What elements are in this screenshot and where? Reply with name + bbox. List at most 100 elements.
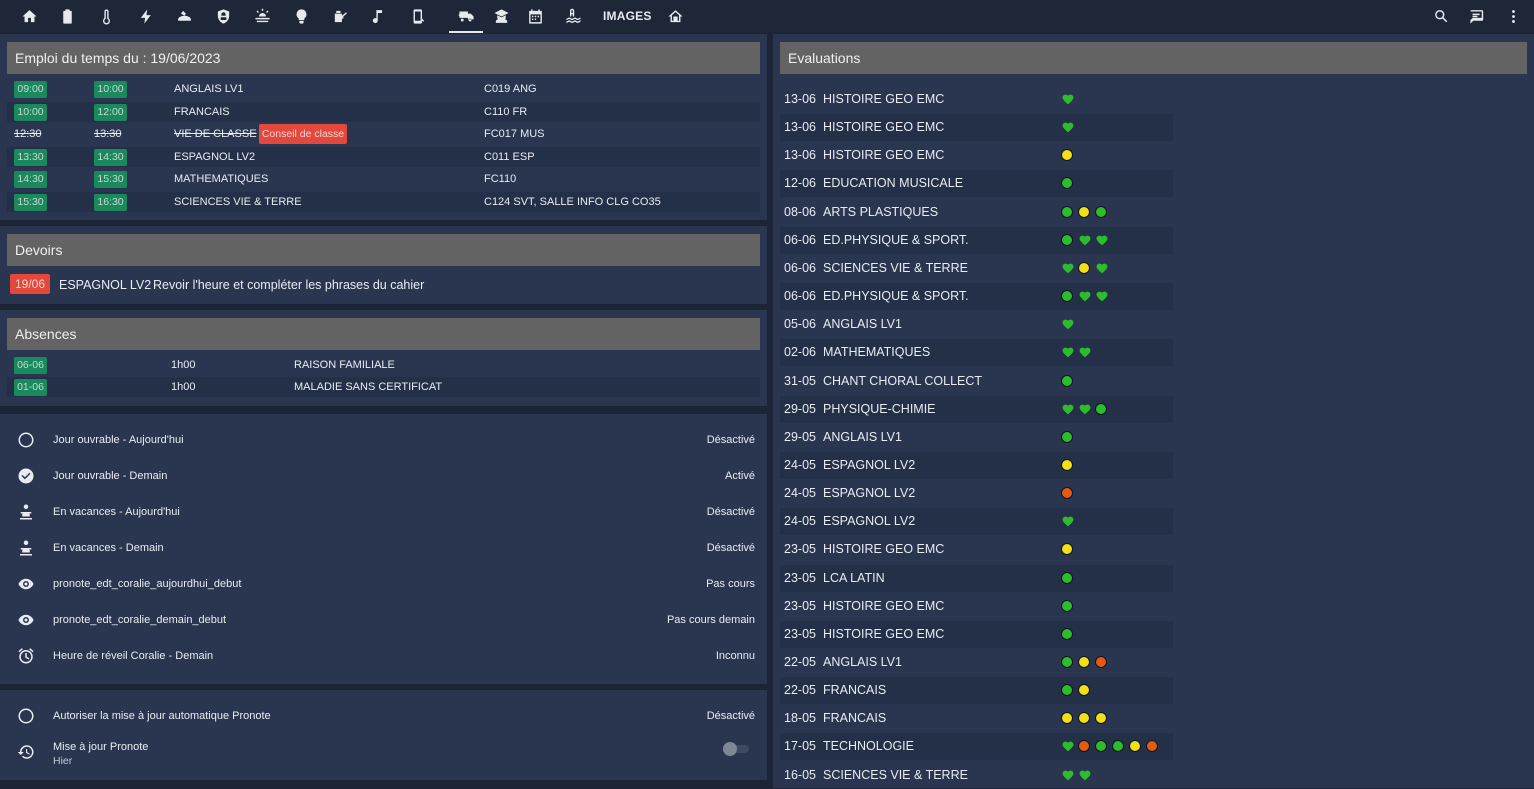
evaluation-marks (1061, 656, 1112, 670)
beach-person-icon (17, 539, 35, 557)
entity-name: Heure de réveil Coralie - Demain (53, 650, 214, 662)
entity-row-auto-update[interactable]: Autoriser la mise à jour automatique Pro… (0, 698, 767, 734)
evaluation-marks (1061, 205, 1112, 220)
entity-row[interactable]: pronote_edt_coralie_demain_debut Pas cour… (0, 602, 767, 638)
timetable-row: 15:30 16:30 SCIENCES VIE & TERRE C124 SVT, … (7, 192, 760, 212)
start-time: 12:30 (14, 128, 42, 141)
nav-images-tab[interactable]: IMAGES (603, 0, 652, 32)
circle-outline-icon (17, 707, 35, 725)
evaluation-row: 13-06 HISTOIRE GEO EMC (780, 114, 1173, 142)
room: C019 ANG (484, 83, 537, 95)
thermometer-icon[interactable] (89, 0, 123, 32)
entity-state: Désactivé (706, 506, 755, 518)
delivery-truck-icon[interactable] (449, 0, 483, 33)
evaluation-subject: ED.PHYSIQUE & SPORT. (823, 232, 969, 247)
heart-icon (1078, 403, 1092, 416)
mark-green-dot (1061, 233, 1073, 246)
history-icon (17, 743, 35, 761)
heart-icon (1061, 346, 1075, 359)
entity-row[interactable]: En vacances - Aujourd'hui Désactivé (0, 494, 767, 530)
student-icon[interactable] (484, 0, 518, 32)
eye-icon (17, 575, 35, 593)
homework-title: Devoirs (7, 234, 760, 266)
subject: FRANCAIS (174, 105, 230, 118)
mark-green-dot (1095, 740, 1107, 753)
phone-icon[interactable] (401, 0, 435, 32)
evaluation-marks (1061, 487, 1078, 501)
watering-can-icon[interactable] (323, 0, 357, 32)
entity-row[interactable]: Jour ouvrable - Aujourd'hui Désactivé (0, 422, 767, 458)
evaluation-marks (1061, 177, 1078, 191)
absence-reason: MALADIE SANS CERTIFICAT (294, 381, 443, 393)
entity-row[interactable]: Heure de réveil Coralie - Demain Inconnu (0, 638, 767, 674)
eye-icon (17, 611, 35, 629)
chat-icon[interactable] (1460, 0, 1494, 32)
battery-icon[interactable] (50, 0, 84, 32)
mark-green-dot (1095, 205, 1107, 218)
evaluation-subject: SCIENCES VIE & TERRE (823, 767, 968, 782)
heart-icon (1061, 318, 1075, 331)
entity-row[interactable]: En vacances - Demain Désactivé (0, 530, 767, 566)
more-vert-icon[interactable] (1496, 0, 1530, 32)
evaluation-subject: FRANCAIS (823, 711, 887, 726)
evaluation-subject: HISTOIRE GEO EMC (823, 626, 945, 641)
evaluation-row: 18-05 FRANCAIS (780, 705, 1173, 732)
timetable-row: 14:30 15:30 MATHEMATIQUES FC110 (7, 169, 760, 189)
shield-icon[interactable] (206, 0, 240, 32)
lightbulb-icon[interactable] (284, 0, 318, 32)
entities-card: Jour ouvrable - Aujourd'hui Désactivé Jour… (0, 414, 767, 684)
weather-icon[interactable] (245, 0, 279, 32)
entity-state: Pas cours demain (666, 614, 755, 626)
evaluation-date: 17-05 (784, 739, 816, 754)
evaluation-date: 31-05 (784, 373, 816, 388)
pool-icon[interactable] (556, 0, 590, 32)
timetable-card: Emploi du temps du : 19/06/2023 09:00 10:… (0, 34, 767, 220)
entity-row[interactable]: Jour ouvrable - Demain Activé (0, 458, 767, 494)
pronote-update-toggle[interactable] (723, 742, 751, 756)
evaluation-row: 23-05 HISTOIRE GEO EMC (780, 620, 1173, 648)
mark-orange-dot (1095, 656, 1107, 668)
homework-item: 19/06 ESPAGNOL LV2 Revoir l'heure et com… (7, 272, 760, 298)
home-icon[interactable] (12, 0, 46, 32)
evaluation-marks (1061, 627, 1078, 642)
beach-person-icon (17, 503, 35, 521)
room: FC017 MUS (484, 128, 545, 141)
evaluation-date: 16-05 (784, 767, 816, 782)
entity-secondary: Hier (53, 755, 73, 767)
toggle-knob (723, 742, 737, 756)
mark-yellow-dot (1061, 712, 1073, 725)
calendar-icon[interactable] (518, 0, 552, 32)
homework-date: 19/06 (10, 274, 50, 294)
room: C011 ESP (484, 150, 535, 163)
entity-state: Désactivé (706, 542, 755, 554)
entity-state: Inconnu (715, 650, 755, 662)
end-time: 14:30 (94, 148, 127, 166)
evaluation-row: 13-06 HISTOIRE GEO EMC (780, 86, 1173, 113)
evaluation-subject: ARTS PLASTIQUES (823, 204, 939, 219)
heart-icon (1078, 346, 1092, 359)
music-icon[interactable] (361, 0, 395, 32)
robot-vacuum-icon[interactable] (167, 0, 201, 32)
evaluation-date: 29-05 (784, 429, 816, 444)
evaluation-subject: PHYSIQUE-CHIMIE (823, 401, 936, 416)
end-time: 10:00 (94, 81, 127, 98)
evaluation-row: 23-05 LCA LATIN (780, 564, 1173, 592)
evaluation-date: 06-06 (784, 232, 816, 247)
entity-state: Pas cours (706, 578, 755, 590)
mark-yellow-dot (1078, 261, 1090, 274)
subject: MATHEMATIQUES (174, 173, 269, 186)
mark-green-dot (1061, 656, 1073, 668)
heart-icon (1061, 121, 1075, 134)
evaluation-marks (1061, 769, 1095, 783)
entity-row[interactable]: pronote_edt_coralie_aujourdhui_debut Pas … (0, 566, 767, 602)
flash-icon[interactable] (129, 0, 163, 32)
evaluation-row: 23-05 HISTOIRE GEO EMC (780, 536, 1173, 563)
evaluation-marks (1061, 599, 1078, 614)
entity-state: Désactivé (706, 710, 755, 722)
evaluation-date: 18-05 (784, 711, 816, 726)
search-icon[interactable] (1424, 0, 1458, 32)
evaluation-subject: HISTOIRE GEO EMC (823, 542, 945, 557)
heart-icon (1095, 262, 1109, 275)
nav-home-outline-icon[interactable] (658, 0, 692, 32)
evaluation-subject: ANGLAIS LV1 (823, 429, 902, 444)
